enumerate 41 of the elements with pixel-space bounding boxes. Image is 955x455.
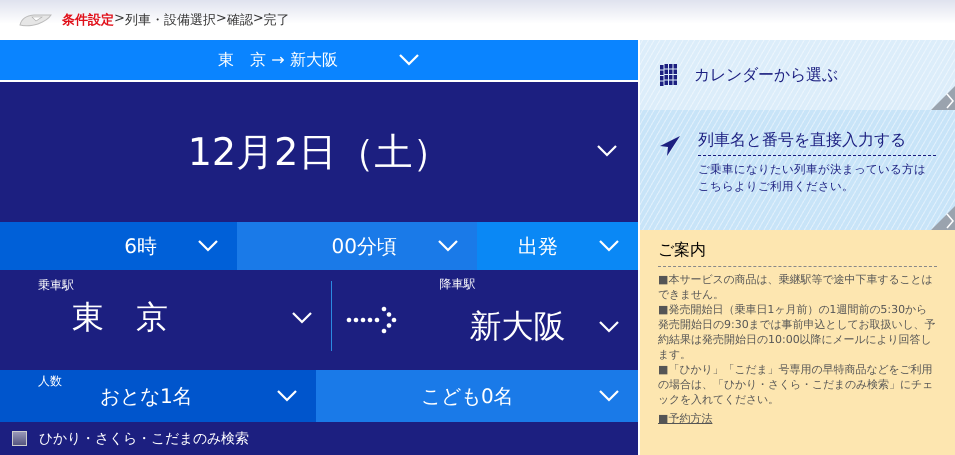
adult-count-selector[interactable]: 人数 おとな1名 [0, 370, 316, 422]
chevron-down-icon [290, 310, 312, 324]
breadcrumb-step: 確認 [226, 11, 253, 29]
grid-icon [660, 64, 678, 86]
breadcrumb-step: 完了 [264, 11, 290, 29]
breadcrumb-step: 列車・設備選択 [124, 11, 216, 29]
chevron-down-icon [197, 239, 219, 253]
child-count-selector[interactable]: こども0名 [316, 370, 638, 422]
date-selector[interactable]: 12月2日（土） [0, 82, 638, 222]
breadcrumb-separator: > [252, 11, 264, 28]
option-description: ご乗車になりたい列車が決まっている方はこちらよりご利用ください。 [698, 161, 927, 195]
minute-selector[interactable]: 00分頃 [237, 222, 477, 270]
reservation-method-link[interactable]: ■予約方法 [658, 412, 712, 425]
chevron-down-icon [398, 53, 420, 67]
departure-station-selector[interactable]: 乗車駅 東 京 [0, 281, 332, 351]
train-logo-icon [18, 12, 52, 28]
info-note: ■「ひかり」「こだま」号専用の早特商品などをご利用の場合は、「ひかり・さくら・こだまのみ検索」にチェックを入れてください。 [658, 362, 934, 407]
breadcrumb-separator: > [114, 11, 125, 28]
calendar-option[interactable]: カレンダーから選ぶ [640, 40, 955, 110]
checkbox[interactable] [12, 431, 27, 446]
chevron-down-icon [598, 239, 620, 253]
chevron-down-icon [598, 320, 620, 334]
checkbox-label: ひかり・さくら・こだまのみ検索 [39, 430, 249, 448]
info-note: ■発売開始日（乗車日1ヶ月前）の1週間前の5:30から発売開始日の9:30までは事前申込としてお取扱いし、予約結果は発売開始日の10:00以降にメールにより回答します。 [658, 302, 937, 362]
hour-selector[interactable]: 6時 [0, 222, 237, 270]
info-title: ご案内 [658, 240, 937, 267]
breadcrumb-step: 条件設定 [62, 11, 114, 29]
route-selector[interactable]: 東 京 → 新大阪 [0, 40, 638, 82]
arrival-station-selector[interactable]: 降車駅 新大阪 [400, 270, 638, 370]
train-number-option[interactable]: 列車名と番号を直接入力する ご乗車になりたい列車が決まっている方はこちらよりご利用ください。 [640, 110, 955, 230]
option-title: 列車名と番号を直接入力する [698, 130, 936, 156]
navigation-arrow-icon [660, 136, 680, 156]
info-note: ■本サービスの商品は、乗継駅等で途中下車することはできません。 [658, 272, 934, 302]
chevron-down-icon [276, 389, 298, 403]
field-label: 降車駅 [440, 276, 476, 293]
chevron-down-icon [598, 389, 620, 403]
chevron-down-icon [437, 239, 459, 253]
departure-arrival-selector[interactable]: 出発 [477, 222, 638, 270]
chevron-down-icon [596, 144, 618, 158]
breadcrumb-separator: > [216, 11, 227, 28]
field-label: 人数 [38, 373, 62, 390]
